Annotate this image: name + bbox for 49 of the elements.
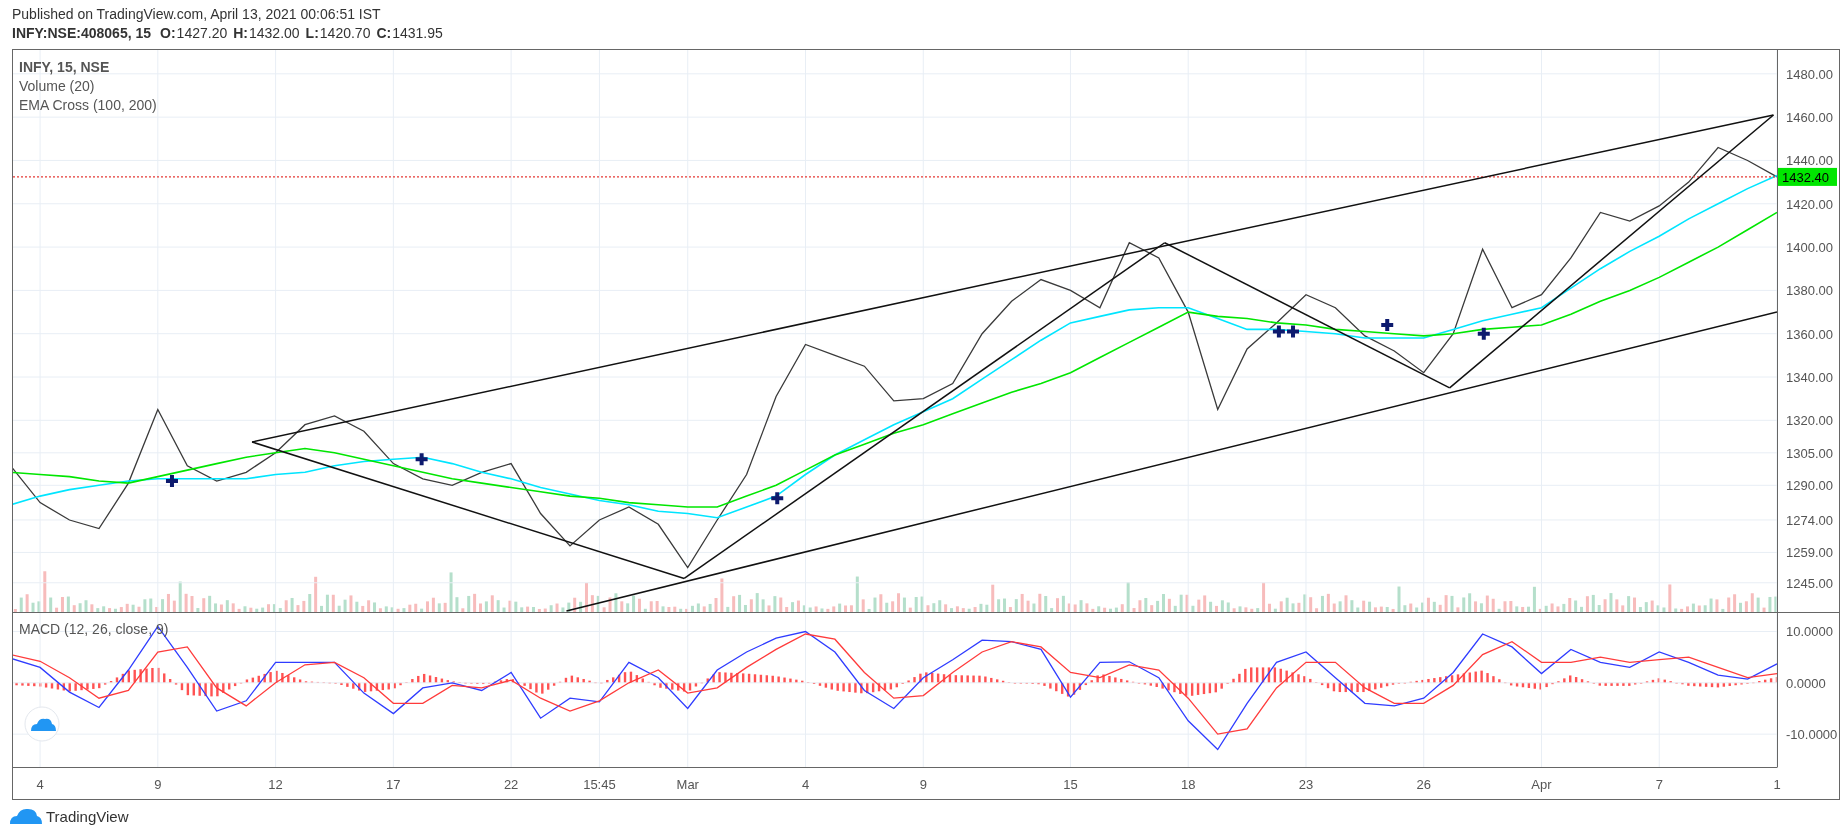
axis-label: 1340.00 — [1786, 370, 1833, 385]
axis-label: 4 — [36, 777, 44, 792]
axis-label: 9 — [919, 777, 927, 792]
axis-label: 1259.00 — [1786, 545, 1833, 561]
legend-title: INFY, 15, NSE — [19, 58, 111, 77]
axis-label: 1440.00 — [1786, 153, 1833, 169]
ohlc-value: 1427.20 — [176, 24, 228, 43]
cloud-logo-icon[interactable] — [8, 807, 42, 825]
axis-label: 15 — [1063, 777, 1078, 792]
axis-label: 1400.00 — [1786, 240, 1833, 256]
axis-label: 1274.00 — [1786, 512, 1833, 528]
logo-badge-icon[interactable] — [24, 706, 60, 742]
axis-label: 1320.00 — [1786, 413, 1833, 429]
axis-label: 26 — [1416, 777, 1431, 792]
axis-label: 1305.00 — [1786, 445, 1833, 461]
axis-label: 4 — [801, 777, 810, 792]
study-label: Volume (20) — [19, 77, 96, 96]
axis-label: 1380.00 — [1786, 283, 1833, 299]
axis-label: 1420.00 — [1786, 196, 1833, 212]
axis-label: 22 — [503, 777, 519, 792]
ohlc-label: C: — [376, 24, 392, 43]
axis-label: Apr — [1531, 777, 1552, 792]
axis-label: 0.0000 — [1786, 675, 1826, 691]
ohlc-value: 1432.00 — [249, 24, 300, 43]
axis-label: 1 — [1773, 777, 1781, 792]
symbol-label: INFY:NSE:408065, 15 — [12, 24, 152, 43]
ohlc-value: 1431.95 — [392, 24, 443, 43]
ohlc-value: 1420.70 — [319, 24, 371, 43]
ohlc-label: H: — [233, 24, 248, 43]
brand-name[interactable]: TradingView — [46, 807, 129, 825]
axis-label: 18 — [1181, 777, 1196, 792]
ohlc-label: L: — [305, 24, 319, 43]
axis-label: 12 — [268, 777, 283, 792]
axis-label: 1290.00 — [1786, 478, 1833, 494]
axis-label: 1480.00 — [1786, 66, 1833, 82]
axis-label: 7 — [1655, 777, 1663, 792]
axis-label: 1360.00 — [1786, 326, 1833, 342]
axis-label: -10.0000 — [1786, 727, 1838, 743]
axis-label: 9 — [154, 777, 162, 792]
axis-label: 17 — [386, 777, 401, 792]
axis-label: 10.0000 — [1786, 624, 1833, 640]
axis-label: 23 — [1298, 777, 1314, 792]
axis-label: Mar — [676, 777, 699, 792]
axis-label: 1245.00 — [1786, 575, 1833, 591]
ohlc-label: O: — [160, 24, 176, 43]
axis-label: 15:45 — [583, 777, 616, 792]
published-note: Published on TradingView.com, April 13, 2021 00:06:51 IST — [12, 5, 382, 24]
study-label: EMA Cross (100, 200) — [19, 96, 157, 115]
axis-label: 1460.00 — [1786, 110, 1833, 126]
